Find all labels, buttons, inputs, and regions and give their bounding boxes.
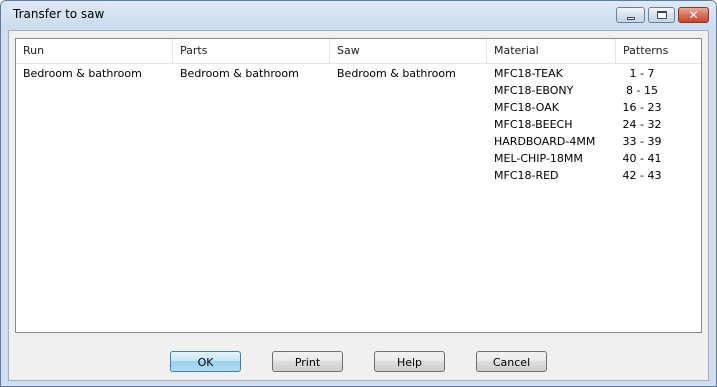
cell-material[interactable]: HARDBOARD-4MM	[494, 133, 595, 150]
window-title: Transfer to saw	[13, 7, 105, 21]
close-icon: ✕	[688, 8, 699, 22]
print-button[interactable]: Print	[272, 351, 343, 372]
title-bar[interactable]: Transfer to saw ✕	[1, 1, 716, 29]
column-header-saw[interactable]: Saw	[330, 39, 487, 63]
cell-patterns[interactable]: 24 - 32	[607, 116, 677, 133]
cell-patterns[interactable]: 42 - 43	[607, 167, 677, 184]
cell-patterns[interactable]: 8 - 15	[607, 82, 677, 99]
cell-patterns[interactable]: 1 - 7	[607, 65, 677, 82]
maximize-button[interactable]	[648, 7, 675, 23]
cell-patterns[interactable]: 33 - 39	[607, 133, 677, 150]
cell-material[interactable]: MFC18-BEECH	[494, 116, 572, 133]
help-button[interactable]: Help	[374, 351, 445, 372]
cell-material[interactable]: MFC18-TEAK	[494, 65, 563, 82]
minimize-button[interactable]	[616, 7, 645, 23]
cell-material[interactable]: MEL-CHIP-18MM	[494, 150, 583, 167]
cell-patterns[interactable]: 40 - 41	[607, 150, 677, 167]
cell-material[interactable]: MFC18-OAK	[494, 99, 559, 116]
column-header-parts[interactable]: Parts	[173, 39, 330, 63]
cell-saw[interactable]: Bedroom & bathroom	[337, 65, 456, 82]
cell-material[interactable]: MFC18-RED	[494, 167, 559, 184]
maximize-icon	[657, 11, 667, 19]
cell-parts[interactable]: Bedroom & bathroom	[180, 65, 299, 82]
column-header-run[interactable]: Run	[16, 39, 173, 63]
cell-material[interactable]: MFC18-EBONY	[494, 82, 573, 99]
cell-run[interactable]: Bedroom & bathroom	[23, 65, 142, 82]
transfer-list[interactable]: Run Parts Saw Material Patterns Bedroom …	[15, 38, 702, 333]
column-header-material[interactable]: Material	[487, 39, 616, 63]
close-button[interactable]: ✕	[678, 7, 709, 23]
dialog-body: Run Parts Saw Material Patterns Bedroom …	[8, 30, 709, 381]
minimize-icon	[627, 17, 635, 20]
list-header: Run Parts Saw Material Patterns	[16, 39, 701, 64]
dialog-window: Transfer to saw ✕ Run Parts Saw Material…	[0, 0, 717, 387]
cell-patterns[interactable]: 16 - 23	[607, 99, 677, 116]
ok-button[interactable]: OK	[170, 351, 241, 372]
column-header-patterns[interactable]: Patterns	[616, 39, 701, 63]
cancel-button[interactable]: Cancel	[476, 351, 547, 372]
